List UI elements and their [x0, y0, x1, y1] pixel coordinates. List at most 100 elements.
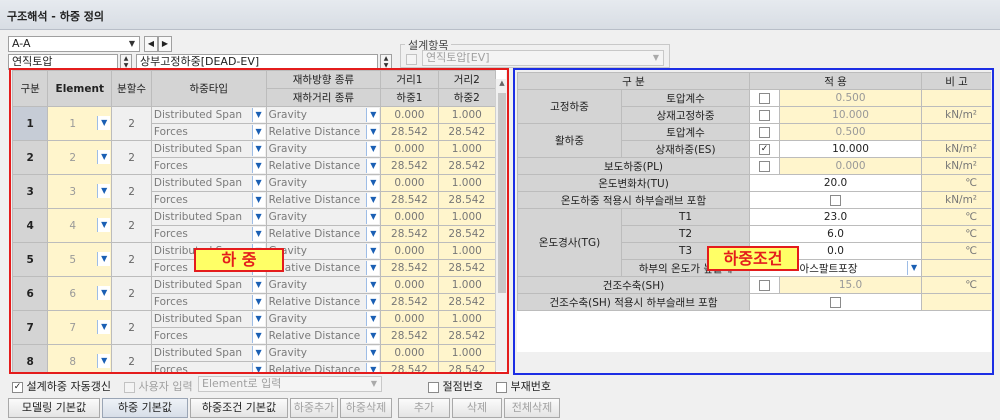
load2-cell[interactable]: 28.542 — [437, 293, 497, 311]
split-count[interactable]: 2 — [111, 344, 152, 372]
chevron-down-icon[interactable]: ▼ — [366, 295, 380, 309]
load2-cell[interactable]: 28.542 — [437, 361, 497, 372]
temp-change-value[interactable]: 20.0 — [749, 174, 923, 192]
chevron-down-icon[interactable]: ▼ — [251, 176, 265, 190]
distance-type-select[interactable]: Relative Distance ▼ — [265, 327, 382, 345]
chevron-down-icon[interactable]: ▼ — [366, 278, 380, 292]
direction-select[interactable]: Gravity ▼ — [265, 208, 382, 226]
force-type-select[interactable]: Forces ▼ — [150, 123, 267, 141]
chevron-down-icon[interactable]: ▼ — [366, 363, 380, 372]
load-type-select[interactable]: Distributed Span ▼ — [150, 276, 267, 294]
load-row[interactable]: 3 3 ▼ 2 Distributed Span ▼ Gravity ▼ 0.000 1.000 — [12, 174, 497, 209]
chevron-down-icon[interactable]: ▼ — [907, 261, 921, 275]
load-case-spin[interactable]: ▲ ▼ — [380, 54, 392, 70]
load1-cell[interactable]: 28.542 — [380, 225, 439, 243]
chevron-down-icon[interactable]: ▼ — [97, 183, 111, 198]
chevron-down-icon[interactable]: ▼ — [251, 312, 265, 326]
distance2-cell[interactable]: 1.000 — [437, 208, 497, 226]
load2-cell[interactable]: 28.542 — [437, 327, 497, 345]
chevron-down-icon[interactable]: ▼ — [251, 159, 265, 173]
input-mode-select[interactable]: Element로 입력 ▼ — [198, 376, 382, 392]
load-type-select[interactable]: Distributed Span ▼ — [150, 140, 267, 158]
distance1-cell[interactable]: 0.000 — [380, 344, 439, 362]
row-number[interactable]: 2 — [12, 140, 49, 175]
load2-cell[interactable]: 28.542 — [437, 225, 497, 243]
direction-select[interactable]: Gravity ▼ — [265, 344, 382, 362]
distance-type-select[interactable]: Relative Distance ▼ — [265, 293, 382, 311]
direction-select[interactable]: Gravity ▼ — [265, 140, 382, 158]
element-select[interactable]: 4 ▼ — [47, 208, 113, 243]
load1-cell[interactable]: 28.542 — [380, 123, 439, 141]
fixed-soil-coeff-checkbox[interactable] — [759, 92, 771, 104]
row-number[interactable]: 3 — [12, 174, 49, 209]
delete-button[interactable]: 삭제 — [452, 398, 502, 418]
distance2-cell[interactable]: 1.000 — [437, 276, 497, 294]
live-superimposed-checkbox[interactable]: ✓ — [759, 143, 771, 155]
chevron-down-icon[interactable]: ▼ — [251, 278, 265, 292]
chevron-down-icon[interactable]: ▼ — [366, 193, 380, 207]
prev-button[interactable]: ◀ — [144, 36, 158, 52]
direction-select[interactable]: Gravity ▼ — [265, 310, 382, 328]
distance2-cell[interactable]: 1.000 — [437, 344, 497, 362]
chevron-down-icon[interactable]: ▼ — [366, 108, 380, 122]
chevron-down-icon[interactable]: ▼ — [366, 329, 380, 343]
split-count[interactable]: 2 — [111, 276, 152, 311]
distance1-cell[interactable]: 0.000 — [380, 106, 439, 124]
distance1-cell[interactable]: 0.000 — [380, 140, 439, 158]
split-count[interactable]: 2 — [111, 208, 152, 243]
delete-load-button[interactable]: 하중삭제 — [340, 398, 392, 418]
chevron-down-icon[interactable]: ▼ — [251, 125, 265, 139]
chevron-down-icon[interactable]: ▼ — [366, 176, 380, 190]
chevron-down-icon[interactable]: ▼ — [97, 251, 111, 266]
chevron-down-icon[interactable]: ▼ — [97, 353, 111, 368]
chevron-down-icon[interactable]: ▼ — [251, 193, 265, 207]
next-button[interactable]: ▶ — [158, 36, 172, 52]
force-type-select[interactable]: Forces ▼ — [150, 225, 267, 243]
load1-cell[interactable]: 28.542 — [380, 191, 439, 209]
distance1-cell[interactable]: 0.000 — [380, 242, 439, 260]
node-no-checkbox[interactable] — [428, 381, 439, 393]
chevron-down-icon[interactable]: ▼ — [366, 159, 380, 173]
force-type-select[interactable]: Forces ▼ — [150, 361, 267, 372]
split-count[interactable]: 2 — [111, 242, 152, 277]
load-type-select[interactable]: Distributed Span ▼ — [150, 106, 267, 124]
distance2-cell[interactable]: 1.000 — [437, 174, 497, 192]
chevron-down-icon[interactable]: ▼ — [251, 363, 265, 372]
element-select[interactable]: 5 ▼ — [47, 242, 113, 277]
load-grid-scrollbar[interactable]: ▲ — [495, 79, 507, 371]
direction-select[interactable]: Gravity ▼ — [265, 174, 382, 192]
distance1-cell[interactable]: 0.000 — [380, 310, 439, 328]
load-type-select[interactable]: Distributed Span ▼ — [150, 208, 267, 226]
chevron-down-icon[interactable]: ▼ — [366, 261, 380, 275]
load2-cell[interactable]: 28.542 — [437, 259, 497, 277]
load-row[interactable]: 7 7 ▼ 2 Distributed Span ▼ Gravity ▼ 0.000 1.000 — [12, 310, 497, 345]
direction-select[interactable]: Gravity ▼ — [265, 276, 382, 294]
force-type-select[interactable]: Forces ▼ — [150, 293, 267, 311]
load1-cell[interactable]: 28.542 — [380, 293, 439, 311]
force-type-select[interactable]: Forces ▼ — [150, 191, 267, 209]
sidewalk-load-value[interactable]: 0.000 — [779, 157, 923, 175]
design-item-select[interactable]: 연직토압[EV] ▼ — [422, 50, 664, 66]
shrinkage-slab-checkbox[interactable] — [830, 296, 842, 308]
delete-all-button[interactable]: 전체삭제 — [504, 398, 560, 418]
fixed-soil-coeff-value[interactable]: 0.500 — [779, 89, 923, 107]
t2-value[interactable]: 6.0 — [749, 225, 923, 243]
direction-select[interactable]: Gravity ▼ — [265, 106, 382, 124]
user-input-checkbox[interactable] — [124, 381, 135, 393]
member-no-option[interactable]: 부재번호 — [496, 378, 551, 394]
load-row[interactable]: 6 6 ▼ 2 Distributed Span ▼ Gravity ▼ 0.000 1.000 — [12, 276, 497, 311]
design-item-checkbox[interactable] — [406, 53, 417, 65]
load1-cell[interactable]: 28.542 — [380, 157, 439, 175]
modeling-default-button[interactable]: 모델링 기본값 — [8, 398, 100, 418]
distance2-cell[interactable]: 1.000 — [437, 242, 497, 260]
add-load-button[interactable]: 하중추가 — [290, 398, 338, 418]
chevron-down-icon[interactable]: ▼ — [251, 346, 265, 360]
row-number[interactable]: 4 — [12, 208, 49, 243]
member-select[interactable]: A-A ▼ — [8, 36, 140, 52]
load2-cell[interactable]: 28.542 — [437, 191, 497, 209]
element-select[interactable]: 2 ▼ — [47, 140, 113, 175]
member-no-checkbox[interactable] — [496, 381, 507, 393]
load-type-select[interactable]: Distributed Span ▼ — [150, 174, 267, 192]
chevron-down-icon[interactable]: ▼ — [251, 329, 265, 343]
split-count[interactable]: 2 — [111, 310, 152, 345]
